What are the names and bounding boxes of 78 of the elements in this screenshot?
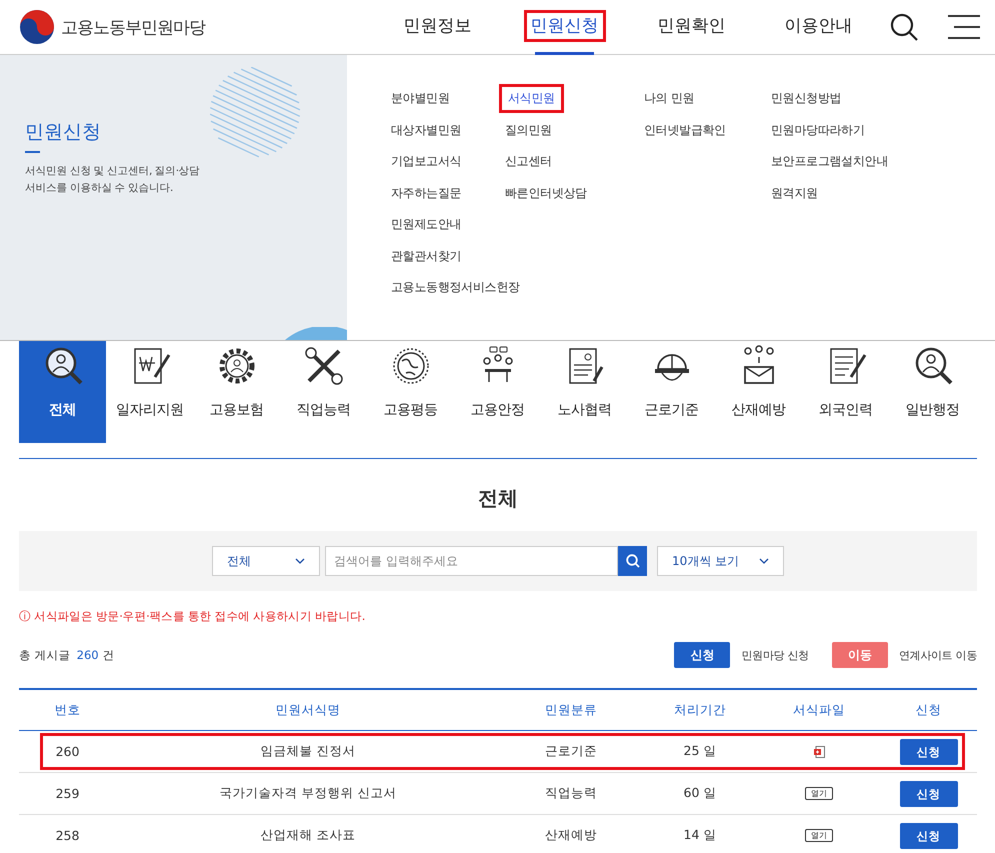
submenu-link[interactable]: 빠른인터넷상담 [496,178,596,207]
table-cell-text: 260 [54,744,80,759]
table-cell-text: 근로기준 [544,743,598,760]
legend-text: 민원마당 신청 [741,648,809,662]
table-cell-text: 25 일 [682,743,718,760]
column-header: 민원서식명 [274,702,342,718]
submenu-link[interactable]: 민원제도안내 [382,210,470,238]
open-file-button[interactable]: 열기 [805,787,833,800]
page-size-dropdown[interactable]: 10개씩 보기 [657,546,784,576]
nav-menu-item[interactable]: 민원정보 [374,0,501,54]
search-icon [626,554,640,568]
scope-dropdown[interactable]: 전체 [212,546,320,576]
nav-menu-item[interactable]: 민원확인 [628,0,755,54]
submenu-link[interactable]: 나의 민원 [635,84,704,112]
submenu-link[interactable]: 민원마당따라하기 [762,116,874,144]
category-tab[interactable]: 고용평등 [367,341,454,443]
category-tab[interactable]: 고용보험 [193,341,280,443]
legend-badge: 이동 [832,642,888,668]
table-cell-text: 직업능력 [544,785,598,802]
board-title: 전체 [477,485,519,512]
column-header: 서식파일 [792,702,846,718]
search-icon[interactable] [890,13,918,41]
submenu-link[interactable]: 고용노동행정서비스헌장 [382,273,529,302]
total-count-text: 총 게시글 260 건 [19,648,115,662]
form-name-cell-text: 임금체불 진정서 [260,743,356,760]
apply-button[interactable]: 신청 [900,738,958,764]
category-tab[interactable]: 고용안정 [454,341,541,443]
category-tab[interactable]: 외국인력 [802,341,889,443]
submenu-link[interactable]: 분야별민원 [382,84,459,112]
column-header: 신청 [914,702,942,718]
apply-button[interactable]: 신청 [900,780,958,806]
submenu-link[interactable]: 관할관서찾기 [382,242,470,270]
category-tab[interactable]: 전체 [19,341,106,443]
legend-text: 연계사이트 이동 [898,648,977,662]
apply-button[interactable]: 신청 [900,822,958,848]
category-tab[interactable]: 근로기준 [628,341,715,443]
table-cell-text: 산재예방 [544,827,598,844]
emblem-logo-icon [19,9,55,45]
caret-icon [759,558,769,564]
category-tab[interactable]: 직업능력 [280,341,367,443]
table-cell-text: 14 일 [682,827,718,844]
form-name-cell-text: 산업재해 조사표 [260,827,356,844]
table-cell-text: 258 [54,828,80,843]
section-title: 민원신청 [25,120,101,145]
column-header: 처리기간 [673,702,727,718]
legend-badge: 신청 [674,642,730,668]
submenu-link[interactable]: 자주하는질문 [382,178,470,207]
column-header: 민원분류 [544,702,598,718]
table-cell-text: 259 [54,786,80,801]
form-name-cell-text: 국가기술자격 부정행위 신고서 [218,785,398,802]
submenu-link[interactable]: 대상자별민원 [382,116,470,144]
submenu-link[interactable]: 기업보고서식 [382,147,470,176]
category-tab[interactable]: 산재예방 [715,341,802,443]
circle-decoration-drawing [285,327,347,340]
open-file-button[interactable]: 열기 [805,829,833,842]
section-description: 서식민원 신청 및 신고센터, 질의·상담 서비스를 이용하실 수 있습니다. [25,164,200,196]
document-file-icon[interactable] [814,746,824,758]
category-tab[interactable]: 노사협력 [541,341,628,443]
title-underline [25,151,40,153]
submenu-link[interactable]: 서식민원 [499,84,564,112]
submenu-link[interactable]: 보안프로그램설치안내 [762,147,898,176]
nav-menu-item[interactable]: 이용안내 [755,0,882,54]
column-header: 번호 [54,702,82,718]
search-field[interactable]: 검색어를 입력해주세요 [325,546,618,576]
nav-menu-item[interactable]: 민원신청 [501,0,628,54]
submenu-link[interactable]: 원격지원 [762,178,827,207]
site-logo-text[interactable]: 고용노동부민원마당 [61,16,205,38]
search-button[interactable] [618,546,647,576]
category-tab[interactable]: 일반행정 [889,341,976,443]
notice-text: ⓘ 서식파일은 방문·우편·팩스를 통한 접수에 사용하시기 바랍니다. [19,609,366,624]
table-cell-text: 60 일 [682,785,718,802]
category-tab[interactable]: 일자리지원 [106,341,193,443]
submenu-link[interactable]: 신고센터 [496,147,561,176]
submenu-link[interactable]: 민원신청방법 [762,84,850,112]
caret-icon [295,558,305,564]
menu-icon[interactable] [948,14,980,40]
submenu-link[interactable]: 인터넷발급확인 [635,116,735,144]
submenu-link[interactable]: 질의민원 [496,116,561,144]
